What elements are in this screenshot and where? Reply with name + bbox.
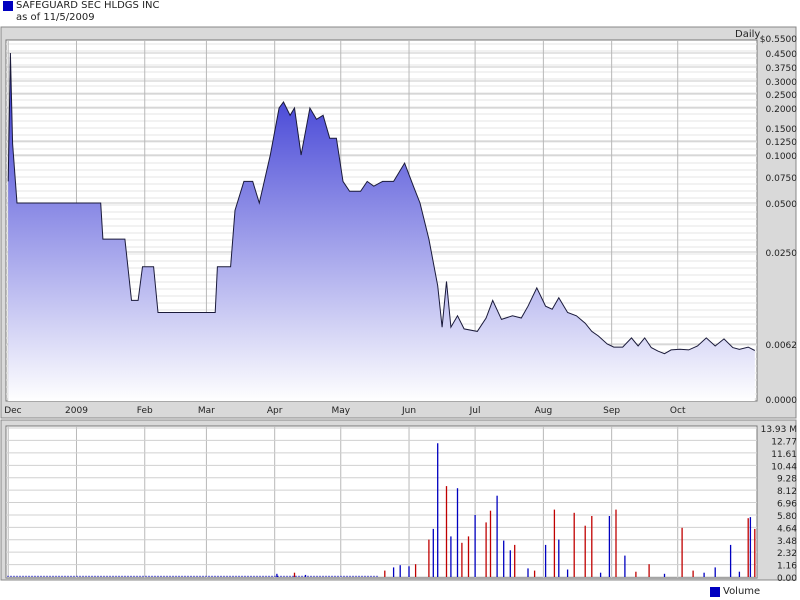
- volume-y-tick-label: 12.77: [771, 437, 797, 447]
- volume-y-tick-label: 8.12: [777, 487, 797, 497]
- price-x-tick-label: Mar: [198, 406, 215, 416]
- volume-legend-swatch: [710, 587, 720, 597]
- price-y-tick-label: $0.5500: [760, 35, 797, 45]
- volume-y-tick-label: 11.61: [771, 450, 797, 460]
- volume-y-tick-label: 1.16: [777, 562, 797, 572]
- price-x-tick-label: 2009: [65, 406, 88, 416]
- price-x-tick-label: May: [331, 406, 350, 416]
- price-x-tick-label: Jun: [401, 406, 416, 416]
- price-y-tick-label: 0.0062: [766, 341, 798, 351]
- volume-plot-area: [5, 425, 758, 579]
- price-x-tick-label: Feb: [137, 406, 153, 416]
- price-y-tick-label: 0.4500: [766, 50, 798, 60]
- period-label: Daily: [735, 29, 760, 40]
- volume-y-tick-label: 2.32: [777, 549, 797, 559]
- volume-y-tick-label: 6.96: [777, 500, 797, 510]
- price-x-tick-label: Jul: [469, 406, 481, 416]
- price-y-tick-label: 0.3000: [766, 78, 798, 88]
- volume-y-tick-label: 9.28: [777, 475, 797, 485]
- price-y-tick-label: 0.2000: [766, 105, 798, 115]
- price-volume-chart: Daily $0.5500 0.4500 0.3750 0.3000 0.2500 0.2…: [0, 26, 798, 584]
- volume-y-tick-label: 0.00: [777, 574, 797, 584]
- volume-legend-label: Volume: [723, 586, 761, 597]
- price-y-tick-label: 0.2500: [766, 91, 798, 101]
- price-y-tick-label: 0.0750: [766, 174, 798, 184]
- price-y-tick-label: 0.0000: [766, 396, 798, 406]
- volume-y-tick-label: 3.48: [777, 537, 797, 547]
- price-x-tick-label: Sep: [603, 406, 620, 416]
- price-y-tick-label: 0.0250: [766, 249, 798, 259]
- price-y-tick-label: 0.1500: [766, 125, 798, 135]
- price-y-tick-label: 0.0500: [766, 200, 798, 210]
- volume-y-tick-label: 5.80: [777, 512, 797, 522]
- price-x-tick-label: Apr: [267, 406, 283, 416]
- price-y-tick-label: 0.3750: [766, 64, 798, 74]
- price-x-tick-label: Dec: [4, 406, 21, 416]
- price-x-tick-label: Oct: [670, 406, 686, 416]
- price-y-tick-label: 0.1000: [766, 152, 798, 162]
- volume-y-tick-label: 4.64: [777, 524, 797, 534]
- price-y-tick-label: 0.1250: [766, 138, 798, 148]
- volume-y-tick-label: 10.44: [771, 462, 797, 472]
- volume-y-tick-label: 13.93 M: [761, 425, 797, 435]
- price-x-tick-label: Aug: [535, 406, 553, 416]
